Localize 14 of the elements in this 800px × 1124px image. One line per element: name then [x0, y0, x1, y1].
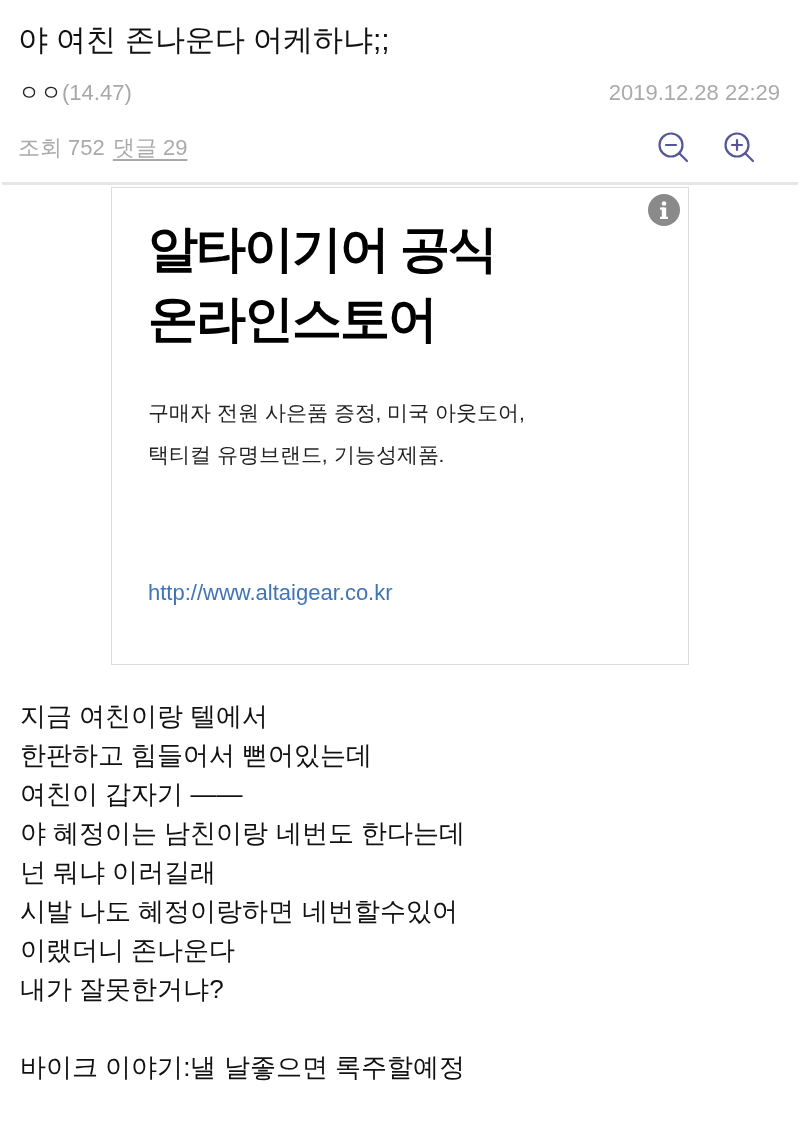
author-ip: (14.47)	[62, 78, 132, 107]
post-title: 야 여친 존나운다 어케하냐;;	[18, 22, 391, 58]
ad-description: 구매자 전원 사은품 증정, 미국 아웃도어, 택티컬 유명브랜드, 기능성제품.	[148, 400, 526, 468]
post-body-paragraph: 지금 여친이랑 텔에서 한판하고 힘들어서 뻗어있는데 여친이 갑자기 —— 야 혜정이는 남친이랑 네번도 한다는데 넌 뭐냐 이러길래 시발 나도 혜정이랑하면 네번할수있어 이랬더니 존나운다 내가 잘못한거냐?	[20, 700, 465, 1006]
ad-url-link[interactable]: http://www.altaigear.co.kr	[148, 576, 393, 609]
zoom-in-icon[interactable]	[723, 131, 755, 163]
ad-headline: 알타이기어 공식 온라인스토어	[148, 220, 497, 349]
post-body-paragraph: 바이크 이야기:낼 날좋으면 록주할예정	[20, 1051, 465, 1084]
info-icon[interactable]	[648, 194, 680, 226]
zoom-out-icon[interactable]	[657, 131, 689, 163]
view-count: 조회 752	[18, 133, 105, 162]
ad-card[interactable]: 알타이기어 공식 온라인스토어 구매자 전원 사은품 증정, 미국 아웃도어, 택티컬 유명브랜드, 기능성제품. http://www.altaigear.co.kr	[111, 187, 689, 665]
author-name: ㅇㅇ	[18, 78, 62, 107]
post-date: 2019.12.28 22:29	[608, 78, 781, 107]
